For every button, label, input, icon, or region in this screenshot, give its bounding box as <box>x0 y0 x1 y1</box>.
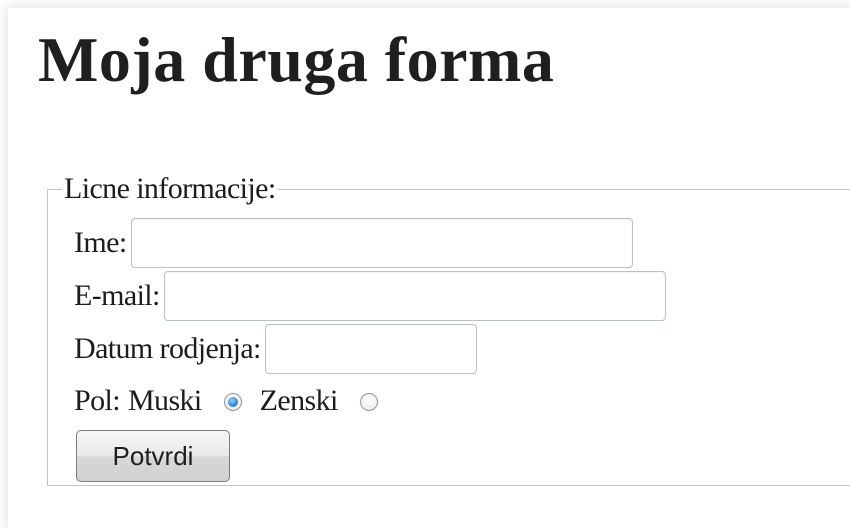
page-title: Moja druga forma <box>38 24 555 95</box>
ime-row: Ime: <box>74 218 633 268</box>
email-label: E-mail: <box>74 279 160 312</box>
muski-radio[interactable] <box>223 393 242 411</box>
fieldset-legend: Licne informacije: <box>64 172 276 205</box>
muski-label: Muski <box>127 384 202 417</box>
email-input[interactable] <box>163 271 666 321</box>
ime-label: Ime: <box>74 226 127 259</box>
datum-label: Datum rodjenja: <box>74 332 261 365</box>
ime-input[interactable] <box>130 218 633 268</box>
datum-input[interactable] <box>264 324 477 374</box>
email-row: E-mail: <box>74 271 666 321</box>
pol-label: Pol: <box>74 384 121 417</box>
zenski-label: Zenski <box>259 384 339 417</box>
potvrdi-button[interactable]: Potvrdi <box>76 430 230 482</box>
datum-row: Datum rodjenja: <box>74 324 477 374</box>
pol-row: Pol: Muski Zenski <box>74 384 396 418</box>
zenski-radio[interactable] <box>359 393 378 411</box>
